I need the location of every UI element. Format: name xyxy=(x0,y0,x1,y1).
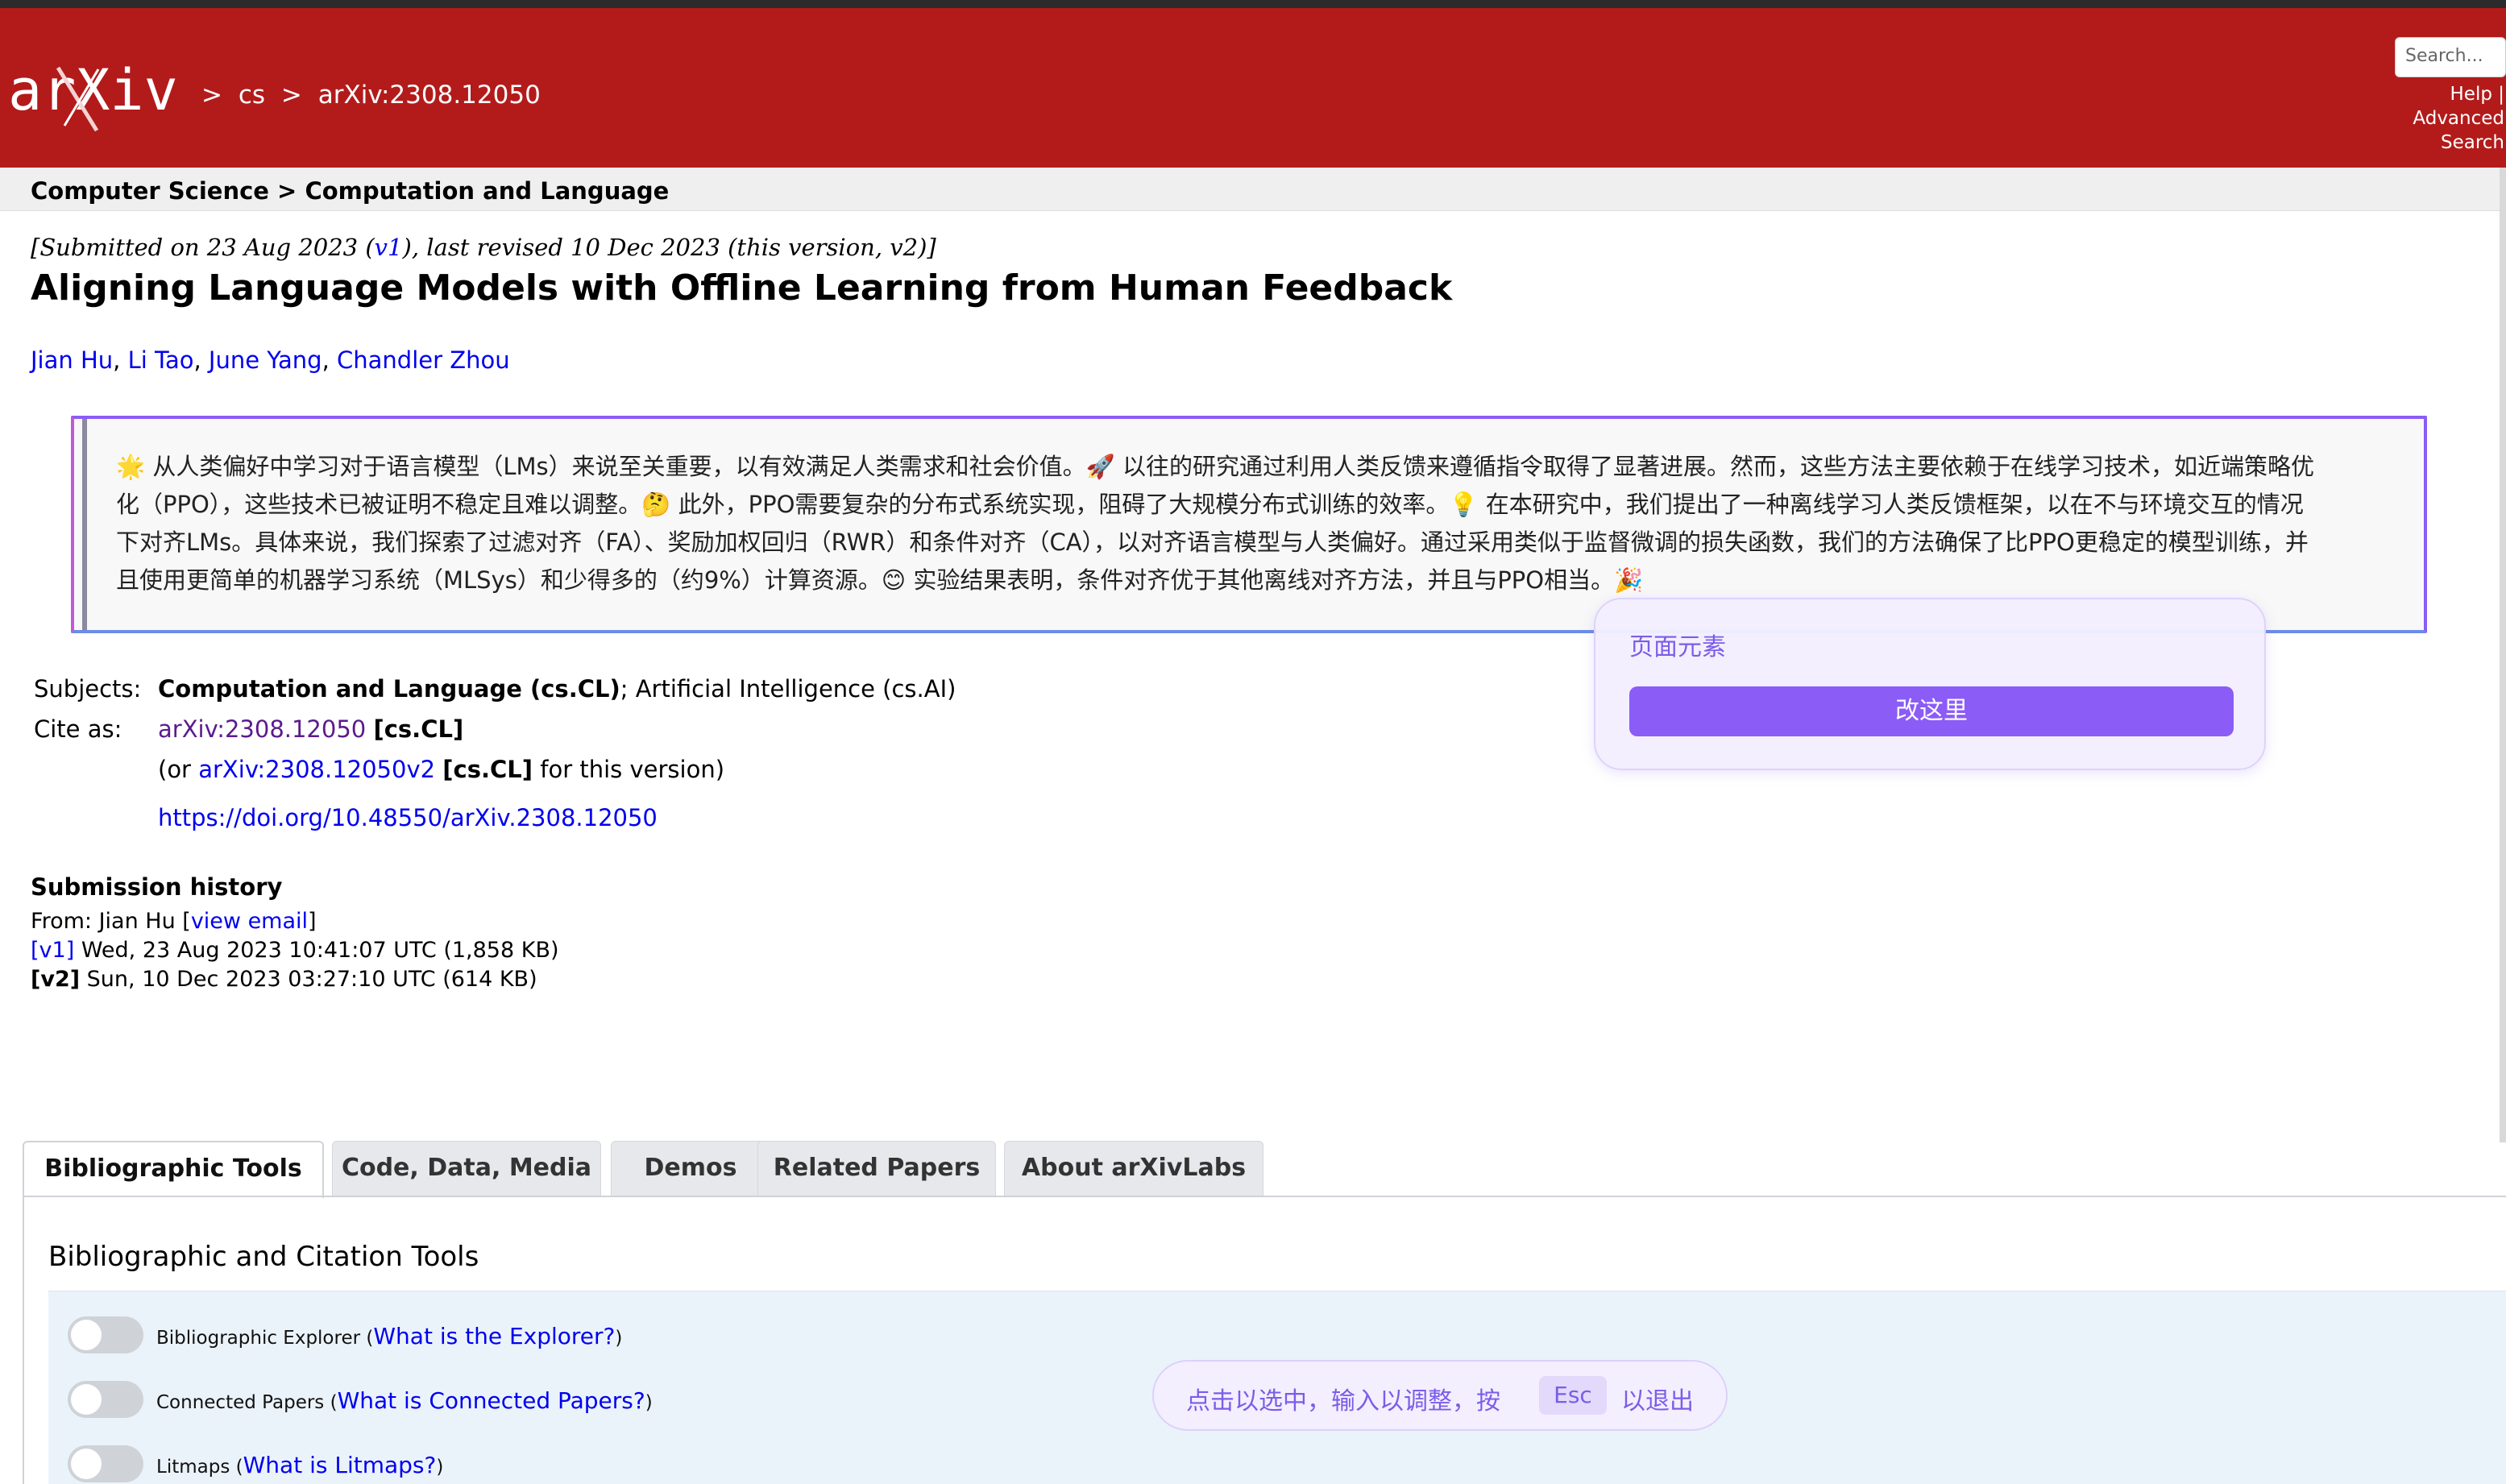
header-links: Help | Advanced Search xyxy=(2413,82,2504,155)
svg-text:arXiv: arXiv xyxy=(8,57,178,123)
search-input[interactable]: Search... xyxy=(2395,37,2506,77)
category-breadcrumb-bar: Computer Science > Computation and Langu… xyxy=(0,168,2500,211)
author-link[interactable]: June Yang xyxy=(209,346,322,374)
tab-panel-border xyxy=(23,1197,24,1484)
tab-related-papers[interactable]: Related Papers xyxy=(757,1141,996,1197)
abstract-line: 下对齐LMs。具体来说，我们探索了过滤对齐（FA）、奖励加权回归（RWR）和条件… xyxy=(116,529,2309,556)
tab-about-arxivlabs[interactable]: About arXivLabs xyxy=(1004,1141,1263,1197)
author-link[interactable]: Li Tao xyxy=(128,346,194,374)
help-link[interactable]: Help | xyxy=(2413,82,2505,106)
abstract-line: 🌟 从人类偏好中学习对于语言模型（LMs）来说至关重要，以有效满足人类需求和社会… xyxy=(116,453,2314,480)
subjects-value: Computation and Language (cs.CL); Artifi… xyxy=(158,675,956,703)
tool-label: Connected Papers (What is Connected Pape… xyxy=(156,1387,653,1414)
submission-from: From: Jian Hu [view email] xyxy=(31,909,317,934)
author-list: Jian Hu, Li Tao, June Yang, Chandler Zho… xyxy=(31,346,510,374)
litmaps-info-link[interactable]: What is Litmaps? xyxy=(243,1452,437,1478)
top-edge-bar xyxy=(0,0,2506,8)
edit-here-button[interactable]: 改这里 xyxy=(1629,686,2234,736)
tabs-divider xyxy=(23,1196,2506,1197)
author-link[interactable]: Chandler Zhou xyxy=(337,346,510,374)
header-breadcrumb: > cs > arXiv:2308.12050 xyxy=(201,81,549,110)
author-link[interactable]: Jian Hu xyxy=(31,346,113,374)
cite2-text: for this version) xyxy=(533,756,725,783)
toggle-knob xyxy=(71,1384,102,1415)
tab-demos[interactable]: Demos xyxy=(611,1141,770,1197)
page-scrollbar[interactable] xyxy=(2500,168,2506,1142)
tool-label: Litmaps (What is Litmaps?) xyxy=(156,1452,444,1478)
toggle-knob xyxy=(71,1449,102,1479)
cite-arxiv-link[interactable]: arXiv:2308.12050 xyxy=(158,715,366,743)
breadcrumb-separator: > xyxy=(280,81,302,110)
litmaps-toggle[interactable] xyxy=(68,1445,143,1482)
explorer-info-link[interactable]: What is the Explorer? xyxy=(373,1323,615,1349)
submission-v1: [v1] Wed, 23 Aug 2023 10:41:07 UTC (1,85… xyxy=(31,938,559,963)
bibliographic-explorer-toggle[interactable] xyxy=(68,1316,143,1353)
toggle-knob xyxy=(71,1320,102,1350)
cite-tag: [cs.CL] xyxy=(373,715,464,743)
connected-papers-toggle[interactable] xyxy=(68,1381,143,1418)
selection-hint-pill: 点击以选中，输入以调整，按 Esc 以退出 xyxy=(1152,1360,1728,1431)
search-link[interactable]: Search xyxy=(2413,131,2504,155)
submission-dateline: [Submitted on 23 Aug 2023 (v1), last rev… xyxy=(31,234,936,261)
breadcrumb-cs[interactable]: cs xyxy=(239,81,265,110)
tools-section-title: Bibliographic and Citation Tools xyxy=(48,1241,479,1273)
doi-line: https://doi.org/10.48550/arXiv.2308.1205… xyxy=(158,804,658,831)
cite2-tag: [cs.CL] xyxy=(442,756,533,783)
dateline-text: ), last revised 10 Dec 2023 (this versio… xyxy=(402,234,936,261)
from-text: From: Jian Hu [ xyxy=(31,909,191,934)
tab-code-data-media[interactable]: Code, Data, Media xyxy=(332,1141,601,1197)
advanced-link[interactable]: Advanced xyxy=(2413,106,2504,131)
tool-name: Litmaps xyxy=(156,1457,230,1478)
tab-bibliographic-tools[interactable]: Bibliographic Tools xyxy=(23,1141,324,1199)
abstract-line: 化（PPO），这些技术已被证明不稳定且难以调整。🤔 此外，PPO需要复杂的分布式… xyxy=(116,491,2304,518)
esc-key-badge: Esc xyxy=(1539,1376,1607,1415)
breadcrumb-separator: > xyxy=(201,81,222,110)
tool-name: Connected Papers xyxy=(156,1392,325,1413)
element-popover: 页面元素 改这里 xyxy=(1594,598,2266,770)
hint-text: 点击以选中，输入以调整，按 xyxy=(1186,1387,1500,1416)
cite-version-line: (or arXiv:2308.12050v2 [cs.CL] for this … xyxy=(158,756,724,783)
doi-link[interactable]: https://doi.org/10.48550/arXiv.2308.1205… xyxy=(158,804,658,831)
category-breadcrumb[interactable]: Computer Science > Computation and Langu… xyxy=(31,177,669,205)
dateline-text: [Submitted on 23 Aug 2023 ( xyxy=(31,234,375,261)
cite-label: Cite as: xyxy=(34,715,122,743)
tool-label: Bibliographic Explorer (What is the Expl… xyxy=(156,1323,623,1349)
v2-label: [v2] xyxy=(31,967,81,992)
paper-title: Aligning Language Models with Offline Le… xyxy=(31,267,1453,309)
site-header: arXiv > cs > arXiv:2308.12050 Search... … xyxy=(0,8,2506,168)
cite-v2-link[interactable]: arXiv:2308.12050v2 xyxy=(198,756,435,783)
breadcrumb-arxiv-id: arXiv:2308.12050 xyxy=(317,81,541,110)
cite-value: arXiv:2308.12050 [cs.CL] xyxy=(158,715,463,743)
primary-subject: Computation and Language (cs.CL) xyxy=(158,675,620,703)
v2-date: Sun, 10 Dec 2023 03:27:10 UTC (614 KB) xyxy=(80,967,537,992)
from-text: ] xyxy=(308,909,317,934)
hint-text: 以退出 xyxy=(1621,1387,1694,1416)
v1-link[interactable]: v1 xyxy=(375,234,403,261)
submission-history-title: Submission history xyxy=(31,873,283,901)
popover-title: 页面元素 xyxy=(1629,633,1726,661)
arxiv-logo[interactable]: arXiv xyxy=(8,53,193,134)
abstract-line: 且使用更简单的机器学习系统（MLSys）和少得多的（约9%）计算资源。😊 实验结… xyxy=(116,566,1644,594)
submission-v2: [v2] Sun, 10 Dec 2023 03:27:10 UTC (614 … xyxy=(31,967,537,992)
subjects-label: Subjects: xyxy=(34,675,142,703)
cite2-text: (or xyxy=(158,756,199,783)
tool-name: Bibliographic Explorer xyxy=(156,1328,361,1349)
view-email-link[interactable]: view email xyxy=(191,909,308,934)
v1-history-link[interactable]: [v1] xyxy=(31,938,74,963)
secondary-subject: ; Artificial Intelligence (cs.AI) xyxy=(620,675,956,703)
connected-papers-info-link[interactable]: What is Connected Papers? xyxy=(338,1387,645,1414)
v1-date: Wed, 23 Aug 2023 10:41:07 UTC (1,858 KB) xyxy=(74,938,559,963)
